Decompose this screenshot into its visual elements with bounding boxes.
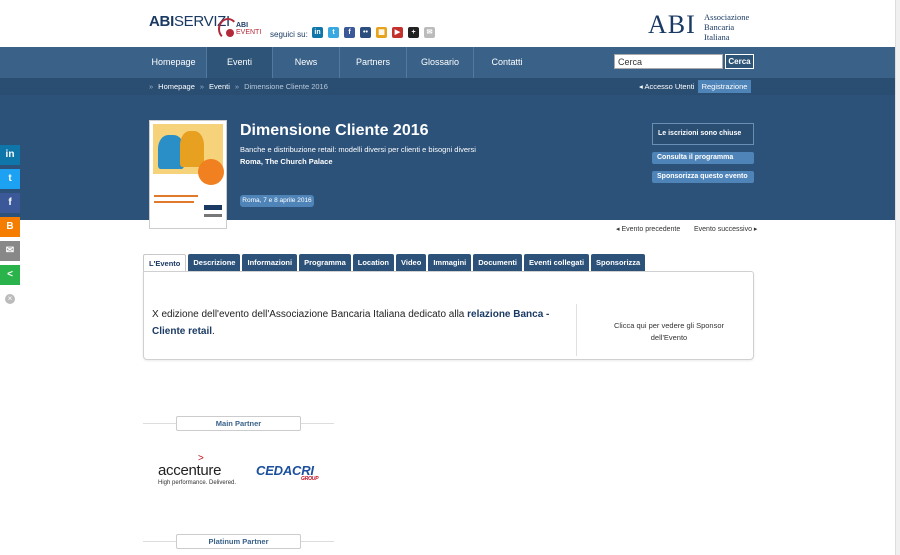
linkedin-icon[interactable]: in	[312, 27, 323, 38]
delicious-icon[interactable]: ▦	[376, 27, 387, 38]
breadcrumb-current: Dimensione Cliente 2016	[244, 82, 328, 91]
facebook-icon[interactable]: f	[344, 27, 355, 38]
tab-informazioni[interactable]: Informazioni	[242, 254, 298, 271]
abi-association-logo[interactable]: ABI Associazione Bancaria Italiana	[648, 10, 749, 42]
accenture-arrow-icon: >	[198, 453, 204, 464]
sponsor-link[interactable]: Clicca qui per vedere gli Sponsor dell'E…	[604, 320, 734, 344]
main-nav: Homepage Eventi News Partners Glossario …	[0, 47, 900, 78]
nav-contatti[interactable]: Contatti	[474, 47, 540, 78]
top-header: ABISERVIZI ABI EVENTI seguici su: in t f…	[0, 0, 900, 47]
share-blogger-icon[interactable]: B	[0, 217, 20, 237]
nav-glossario[interactable]: Glossario	[407, 47, 473, 78]
nav-eventi[interactable]: Eventi	[207, 47, 272, 78]
abi-eventi-logo[interactable]: ABI EVENTI	[218, 16, 266, 46]
event-date-badge: Roma, 7 e 8 aprile 2016	[240, 195, 314, 207]
tab-eventi-collegati[interactable]: Eventi collegati	[524, 254, 590, 271]
prev-event-link[interactable]: ◂ Evento precedente	[616, 225, 680, 233]
nav-homepage[interactable]: Homepage	[141, 47, 206, 78]
nav-news[interactable]: News	[273, 47, 339, 78]
social-links: in t f •• ▦ ▶ + ✉	[312, 27, 435, 38]
accenture-logo[interactable]: > accenture High performance. Delivered.	[158, 453, 236, 486]
cedacri-logo[interactable]: CEDACRI GROUP	[256, 463, 319, 482]
tab-sponsorizza[interactable]: Sponsorizza	[591, 254, 646, 271]
breadcrumb: » Homepage » Eventi » Dimensione Cliente…	[149, 78, 328, 95]
next-event-link[interactable]: Evento successivo ▸	[694, 225, 757, 233]
tab-location[interactable]: Location	[352, 254, 395, 271]
register-button[interactable]: Registrazione	[698, 80, 751, 93]
event-place: Roma, The Church Palace	[240, 157, 333, 166]
event-poster-image[interactable]	[149, 120, 227, 229]
twitter-icon[interactable]: t	[328, 27, 339, 38]
caret-right-icon: ▸	[751, 226, 758, 233]
share-linkedin-icon[interactable]: in	[0, 145, 20, 165]
tab-programma[interactable]: Programma	[299, 254, 351, 271]
main-partner-label: Main Partner	[176, 416, 301, 431]
platinum-partner-label: Platinum Partner	[176, 534, 301, 549]
search-button[interactable]: Cerca	[725, 54, 754, 69]
breadcrumb-eventi[interactable]: Eventi	[209, 78, 230, 95]
close-share-icon[interactable]: ×	[5, 294, 15, 304]
tab-documenti[interactable]: Documenti	[473, 254, 523, 271]
youtube-icon[interactable]: ▶	[392, 27, 403, 38]
email-icon[interactable]: ✉	[424, 27, 435, 38]
event-hero	[0, 95, 900, 220]
breadcrumb-bar: » Homepage » Eventi » Dimensione Cliente…	[0, 78, 900, 95]
event-description: X edizione dell'evento dell'Associazione…	[152, 309, 550, 337]
event-tabs: L'Evento Descrizione Informazioni Progra…	[143, 254, 646, 272]
login-link[interactable]: ◂ Accesso Utenti	[639, 78, 694, 95]
breadcrumb-homepage[interactable]: Homepage	[158, 78, 195, 95]
program-button[interactable]: Consulta il programma	[652, 152, 754, 164]
tab-descrizione[interactable]: Descrizione	[188, 254, 241, 271]
nav-partners[interactable]: Partners	[340, 47, 406, 78]
scrollbar[interactable]	[895, 0, 900, 555]
registration-closed-notice: Le iscrizioni sono chiuse	[652, 123, 754, 145]
event-title: Dimensione Cliente 2016	[240, 122, 429, 139]
event-subtitle: Banche e distribuzione retail: modelli d…	[240, 145, 476, 154]
tab-video[interactable]: Video	[396, 254, 427, 271]
share-sidebar: in t f B ✉ <	[0, 145, 20, 289]
tab-evento[interactable]: L'Evento	[143, 254, 187, 272]
share-twitter-icon[interactable]: t	[0, 169, 20, 189]
tab-panel-evento: X edizione dell'evento dell'Associazione…	[143, 271, 754, 360]
follow-label: seguici su:	[270, 30, 308, 39]
flickr-icon[interactable]: ••	[360, 27, 371, 38]
share-facebook-icon[interactable]: f	[0, 193, 20, 213]
googleplus-icon[interactable]: +	[408, 27, 419, 38]
tab-immagini[interactable]: Immagini	[428, 254, 472, 271]
share-more-icon[interactable]: <	[0, 265, 20, 285]
share-email-icon[interactable]: ✉	[0, 241, 20, 261]
sponsor-event-button[interactable]: Sponsorizza questo evento	[652, 171, 754, 183]
search-input[interactable]	[614, 54, 723, 69]
